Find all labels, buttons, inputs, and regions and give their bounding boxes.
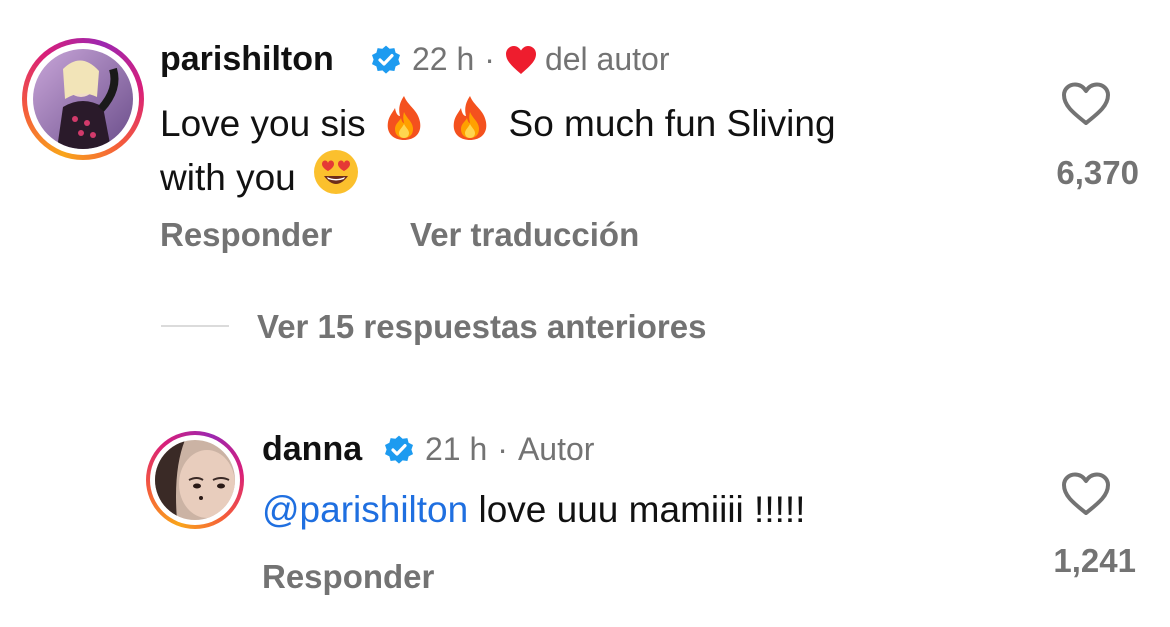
comment-time: 21 h bbox=[425, 431, 488, 467]
comment-text-part: Love you sis bbox=[160, 103, 366, 144]
meta-separator: · bbox=[497, 431, 508, 467]
comment-meta: 21 h · Autor bbox=[425, 431, 594, 468]
comment-meta: 22 h · del autor bbox=[412, 41, 669, 78]
avatar[interactable] bbox=[146, 431, 244, 529]
fire-emoji bbox=[453, 96, 487, 140]
like-count: 1,241 bbox=[1053, 542, 1136, 579]
comment-text-part: So much fun Sliving bbox=[508, 103, 836, 144]
reply-button[interactable]: Responder bbox=[262, 558, 434, 596]
avatar-photo bbox=[155, 440, 235, 520]
comment-text: Love you sis So much fun Sliving with yo… bbox=[160, 94, 980, 202]
verified-badge-icon bbox=[372, 45, 400, 74]
avatar-photo bbox=[33, 49, 133, 149]
fire-emoji bbox=[387, 96, 421, 140]
author-label: Autor bbox=[517, 431, 595, 467]
like-count: 6,370 bbox=[1056, 154, 1139, 191]
view-previous-replies-button[interactable]: Ver 15 respuestas anteriores bbox=[257, 308, 706, 346]
comment-text: @parishilton love uuu mamiiii !!!!! bbox=[262, 486, 1022, 534]
heart-outline-icon[interactable] bbox=[1061, 82, 1111, 126]
meta-separator: · bbox=[484, 41, 495, 77]
heart-outline-icon[interactable] bbox=[1061, 472, 1111, 516]
mention-link[interactable]: @parishilton bbox=[262, 489, 468, 530]
verified-badge-icon bbox=[385, 435, 413, 464]
heart-eyes-emoji bbox=[314, 150, 359, 194]
replies-divider bbox=[161, 325, 229, 327]
comment-username[interactable]: parishilton bbox=[160, 40, 334, 79]
reply-button[interactable]: Responder bbox=[160, 216, 332, 254]
avatar[interactable] bbox=[22, 38, 144, 160]
comment-username[interactable]: danna bbox=[262, 430, 362, 469]
liked-by-author-label: del autor bbox=[544, 41, 670, 77]
heart-filled-icon bbox=[505, 45, 536, 74]
translate-button[interactable]: Ver traducción bbox=[410, 216, 639, 254]
comment-text-part: with you bbox=[160, 157, 296, 198]
comment-time: 22 h bbox=[412, 41, 475, 77]
comment-text-part: love uuu mamiiii !!!!! bbox=[478, 489, 806, 530]
